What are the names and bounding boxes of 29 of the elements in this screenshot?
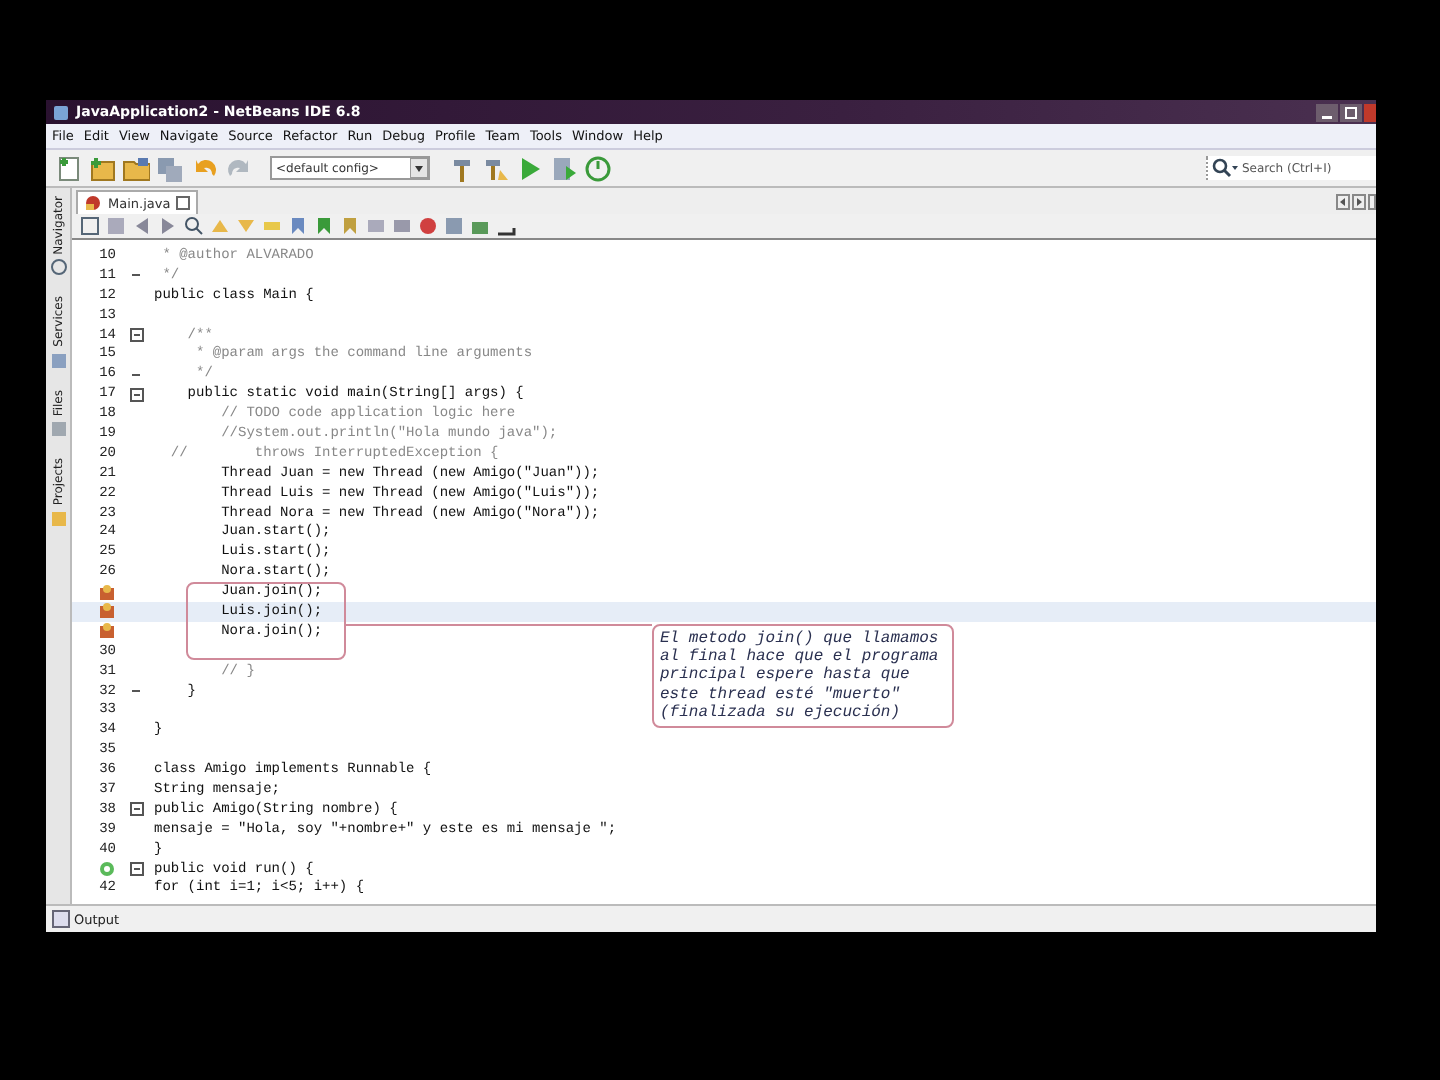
new-file-icon[interactable] bbox=[54, 154, 82, 182]
callout-note: El metodo join() que llamamos al final hace que el programa principal espere hasta que este thread esté "muerto" (finalizada su ejecución) bbox=[652, 624, 954, 728]
search-icon bbox=[1212, 158, 1240, 178]
scroll-left-icon[interactable] bbox=[1336, 193, 1350, 209]
fold-icon[interactable] bbox=[129, 387, 143, 402]
save-all-icon[interactable] bbox=[156, 154, 184, 182]
open-folder-icon[interactable] bbox=[122, 154, 150, 182]
fold-icon[interactable] bbox=[129, 802, 143, 817]
fold-icon[interactable] bbox=[129, 328, 143, 342]
maximize-icon[interactable] bbox=[1340, 103, 1362, 121]
fold-icon[interactable] bbox=[129, 862, 143, 877]
hammer-broom-icon[interactable] bbox=[482, 154, 510, 182]
circle-icon bbox=[49, 258, 67, 277]
record-icon[interactable] bbox=[418, 216, 438, 236]
source-icon[interactable] bbox=[80, 216, 100, 236]
new-project-icon[interactable] bbox=[88, 154, 116, 182]
scroll-right-icon[interactable] bbox=[1352, 193, 1366, 209]
redo-icon[interactable] bbox=[224, 154, 252, 182]
hammer-icon[interactable] bbox=[448, 154, 476, 182]
java-file-icon bbox=[84, 194, 102, 212]
debug-icon[interactable] bbox=[550, 154, 578, 182]
app-icon bbox=[52, 103, 70, 121]
profile-icon[interactable] bbox=[584, 154, 612, 182]
search-icon[interactable] bbox=[184, 216, 204, 236]
run-icon[interactable] bbox=[516, 154, 544, 182]
window-list-icon[interactable] bbox=[1368, 193, 1376, 209]
output-icon[interactable] bbox=[52, 910, 70, 928]
caret-icon bbox=[410, 158, 428, 178]
minimize-icon[interactable] bbox=[1316, 103, 1338, 121]
